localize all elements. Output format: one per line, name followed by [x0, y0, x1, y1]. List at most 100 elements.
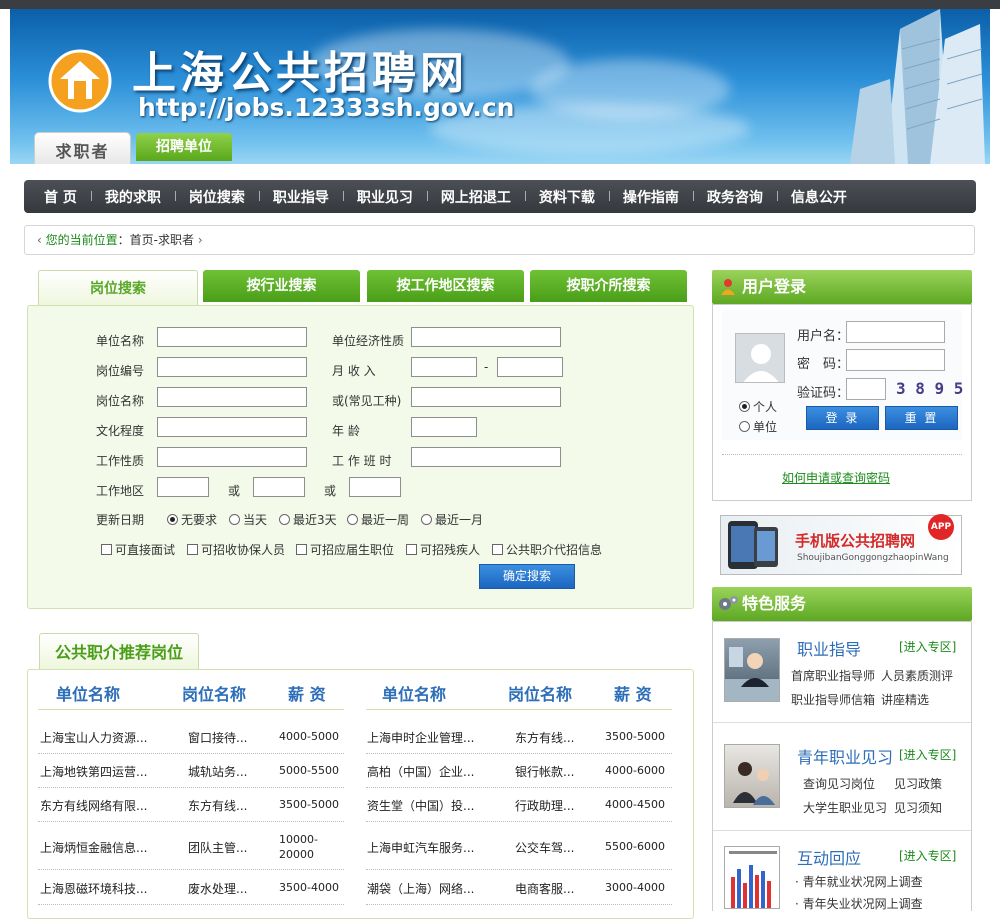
table-row-unit[interactable]: 上海恩磁环境科技...	[40, 880, 147, 897]
enter-internship[interactable]: [进入专区]	[899, 746, 956, 763]
checkbox-direct-interview[interactable]: 可直接面试	[101, 541, 175, 558]
job-no-input[interactable]	[157, 357, 307, 377]
table-row-job[interactable]: 行政助理...	[515, 797, 574, 814]
breadcrumb-path[interactable]: 首页-求职者	[130, 233, 194, 247]
work-type-input[interactable]	[157, 447, 307, 467]
login-button[interactable]: 登 录	[806, 406, 879, 430]
nav-internship[interactable]: 职业见习	[342, 187, 427, 207]
password-input[interactable]	[846, 349, 945, 371]
link-mailbox[interactable]: 职业指导师信箱	[791, 691, 875, 708]
service-feedback[interactable]: 互动回应	[797, 845, 861, 869]
link-youth-employment-survey[interactable]: · 青年就业状况网上调查	[795, 873, 923, 890]
table-row-job[interactable]: 东方有线...	[515, 729, 574, 746]
radio-unit[interactable]: 单位	[739, 418, 777, 435]
radio-personal[interactable]: 个人	[739, 398, 777, 415]
link-chief-guide[interactable]: 首席职业指导师	[791, 667, 875, 684]
tab-job-search[interactable]: 岗位搜索	[38, 270, 198, 307]
table-row-job[interactable]: 城轨站务...	[188, 763, 247, 780]
table-row-job[interactable]: 废水处理...	[188, 880, 247, 897]
radio-month[interactable]: 最近一月	[421, 511, 483, 528]
nav-guide[interactable]: 操作指南	[608, 187, 693, 207]
checkbox-protected[interactable]: 可招收协保人员	[187, 541, 285, 558]
table-row-unit[interactable]: 高柏（中国）企业...	[367, 763, 474, 780]
link-internship-policy[interactable]: 见习政策	[894, 775, 942, 792]
nav-home[interactable]: 首 页	[30, 187, 91, 207]
radio-today[interactable]: 当天	[229, 511, 267, 528]
table-row-pay: 4000-5000	[279, 730, 339, 743]
income-max-input[interactable]	[497, 357, 563, 377]
link-youth-unemployment-survey[interactable]: · 青年失业状况网上调查	[795, 895, 923, 912]
education-input[interactable]	[157, 417, 307, 437]
area-input-2[interactable]	[253, 477, 305, 497]
area-input-1[interactable]	[157, 477, 209, 497]
table-row-unit[interactable]: 上海炳恒金融信息...	[40, 839, 147, 856]
checkbox-graduates[interactable]: 可招应届生职位	[296, 541, 394, 558]
label-job-name: 岗位名称	[96, 394, 145, 408]
service-career-guide[interactable]: 职业指导	[797, 636, 861, 660]
table-row-unit[interactable]: 上海申时企业管理...	[367, 729, 474, 746]
checkbox-label: 可招应届生职位	[310, 543, 395, 557]
username-input[interactable]	[846, 321, 945, 343]
password-help-link[interactable]: 如何申请或查询密码	[782, 469, 890, 486]
radio-any[interactable]: 无要求	[167, 511, 217, 528]
table-row-job[interactable]: 银行帐款...	[515, 763, 574, 780]
nav-downloads[interactable]: 资料下载	[524, 187, 609, 207]
checkbox-disabled[interactable]: 可招残疾人	[406, 541, 480, 558]
nav-disclosure[interactable]: 信息公开	[776, 187, 861, 207]
header-divider-left	[38, 709, 344, 710]
link-internship-jobs[interactable]: 查询见习岗位	[803, 775, 875, 792]
shift-input[interactable]	[411, 447, 561, 467]
unit-type-input[interactable]	[411, 327, 561, 347]
table-row-unit[interactable]: 东方有线网络有限...	[40, 797, 147, 814]
radio-icon	[421, 514, 432, 525]
table-row-job[interactable]: 电商客服...	[515, 880, 574, 897]
radio-3days[interactable]: 最近3天	[279, 511, 337, 528]
internship-thumb[interactable]	[724, 744, 780, 808]
table-row-unit[interactable]: 资生堂（中国）投...	[367, 797, 474, 814]
checkbox-agency[interactable]: 公共职介代招信息	[492, 541, 602, 558]
nav-job-search[interactable]: 岗位搜索	[174, 187, 259, 207]
captcha-image[interactable]: 3 8 9 5	[896, 379, 963, 398]
link-internship-notes[interactable]: 见习须知	[894, 799, 942, 816]
common-job-input[interactable]	[411, 387, 561, 407]
feedback-thumb[interactable]	[724, 846, 780, 909]
link-lectures[interactable]: 讲座精选	[881, 691, 929, 708]
table-row-pay: 5000-5500	[279, 764, 339, 777]
checkbox-icon	[187, 544, 198, 555]
age-input[interactable]	[411, 417, 477, 437]
unit-name-input[interactable]	[157, 327, 307, 347]
table-row-unit[interactable]: 上海宝山人力资源...	[40, 729, 147, 746]
table-row-unit[interactable]: 潮袋（上海）网络...	[367, 880, 474, 897]
table-row-job[interactable]: 公交车驾...	[515, 839, 574, 856]
reset-button[interactable]: 重 置	[885, 406, 958, 430]
chevron-right-icon: ›	[194, 233, 203, 247]
nav-career-guide[interactable]: 职业指导	[258, 187, 343, 207]
search-submit-button[interactable]: 确定搜索	[479, 564, 575, 589]
area-input-3[interactable]	[349, 477, 401, 497]
radio-week[interactable]: 最近一周	[347, 511, 409, 528]
enter-career-guide[interactable]: [进入专区]	[899, 638, 956, 655]
service-internship[interactable]: 青年职业见习	[797, 744, 893, 768]
table-row-unit[interactable]: 上海地铁第四运营...	[40, 763, 147, 780]
table-row-job[interactable]: 东方有线...	[188, 797, 247, 814]
nav-online-hiring[interactable]: 网上招退工	[426, 187, 525, 207]
nav-consult[interactable]: 政务咨询	[692, 187, 777, 207]
enter-feedback[interactable]: [进入专区]	[899, 847, 956, 864]
tab-by-agency[interactable]: 按职介所搜索	[530, 270, 687, 302]
table-row-unit[interactable]: 上海申虹汽车服务...	[367, 839, 474, 856]
income-min-input[interactable]	[411, 357, 477, 377]
tab-employer[interactable]: 招聘单位	[136, 133, 232, 161]
tab-by-area[interactable]: 按工作地区搜索	[367, 270, 524, 302]
link-student-internship[interactable]: 大学生职业见习	[803, 799, 887, 816]
nav-my-job[interactable]: 我的求职	[90, 187, 175, 207]
table-row-job[interactable]: 窗口接待...	[188, 729, 247, 746]
col-job-left: 岗位名称	[182, 685, 247, 704]
label-unit-type: 单位经济性质	[332, 334, 405, 348]
job-name-input[interactable]	[157, 387, 307, 407]
tab-by-industry[interactable]: 按行业搜索	[203, 270, 360, 302]
link-assessment[interactable]: 人员素质测评	[881, 667, 953, 684]
table-row-job[interactable]: 团队主管...	[188, 839, 247, 856]
career-guide-thumb[interactable]	[724, 638, 780, 702]
captcha-input[interactable]	[846, 378, 886, 400]
tab-seeker[interactable]: 求职者	[34, 132, 131, 164]
